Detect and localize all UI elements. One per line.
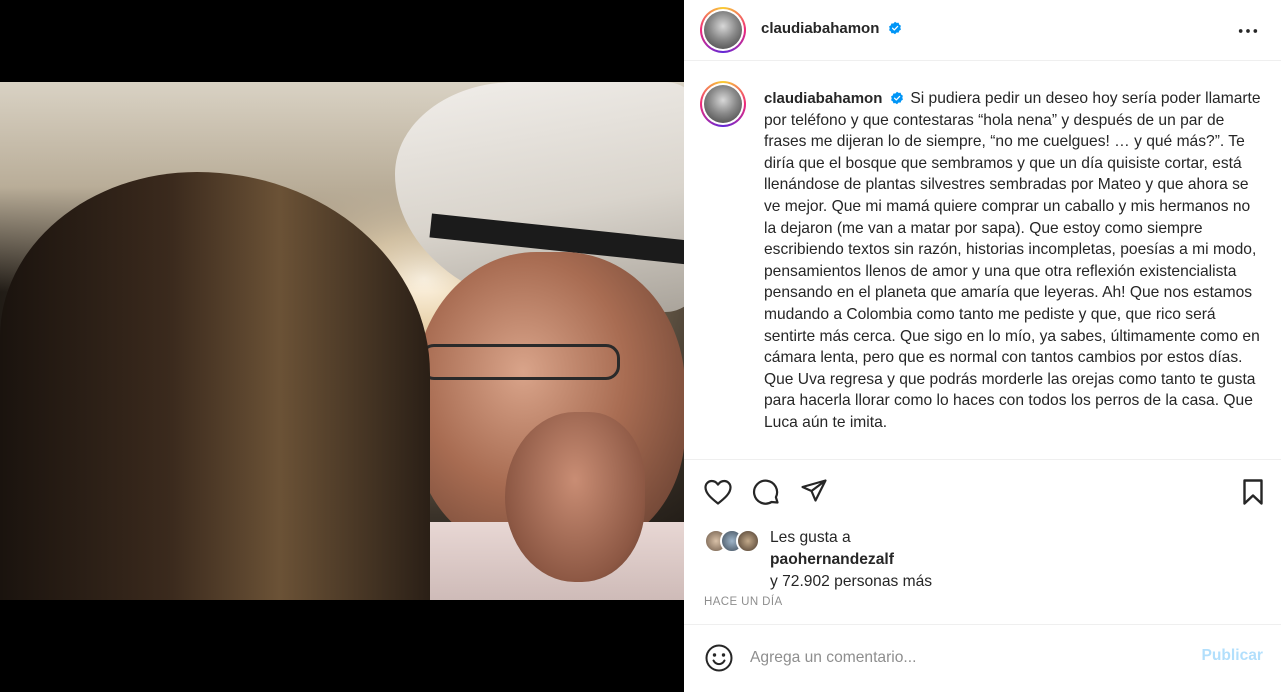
post-media <box>0 0 684 692</box>
action-bar <box>684 476 1281 510</box>
author-username[interactable]: claudiabahamon <box>761 20 879 37</box>
comment-box: Publicar <box>684 624 1281 692</box>
bookmark-icon[interactable] <box>1237 476 1269 508</box>
verified-badge-icon <box>888 21 901 35</box>
likes-others[interactable]: y 72.902 personas más <box>770 573 932 591</box>
post-caption: claudiabahamon Si pudiera pedir un deseo… <box>684 62 1281 460</box>
post-header: claudiabahamon <box>684 0 1281 61</box>
comment-icon[interactable] <box>750 476 782 508</box>
post-photo[interactable] <box>0 82 684 600</box>
more-options-icon[interactable] <box>1237 20 1259 42</box>
verified-badge-icon <box>891 91 904 105</box>
likes-others-text: y 72.902 personas más <box>770 573 933 590</box>
post-timestamp[interactable]: HACE UN DÍA <box>704 596 783 608</box>
photo-woman-hair <box>0 172 430 600</box>
author-name-row: claudiabahamon <box>761 20 902 38</box>
heart-icon[interactable] <box>702 476 734 508</box>
caption-body: Si pudiera pedir un deseo hoy sería pode… <box>764 90 1261 431</box>
caption-avatar[interactable] <box>700 81 746 127</box>
photo-hand <box>505 412 645 582</box>
photo-glasses <box>420 344 620 380</box>
caption-text: claudiabahamon Si pudiera pedir un deseo… <box>764 88 1264 434</box>
liker-username[interactable]: paohernandezalf <box>770 551 894 569</box>
liker-avatars[interactable] <box>704 529 764 553</box>
share-icon[interactable] <box>798 476 830 508</box>
publish-button[interactable]: Publicar <box>1201 647 1263 665</box>
emoji-icon[interactable] <box>704 643 734 673</box>
caption-username[interactable]: claudiabahamon <box>764 90 882 107</box>
comment-input[interactable] <box>750 645 1180 671</box>
author-avatar[interactable] <box>700 7 746 53</box>
likes-prefix: Les gusta a <box>770 529 851 546</box>
post-panel: claudiabahamon claudiabahamon Si pudiera… <box>684 0 1281 692</box>
